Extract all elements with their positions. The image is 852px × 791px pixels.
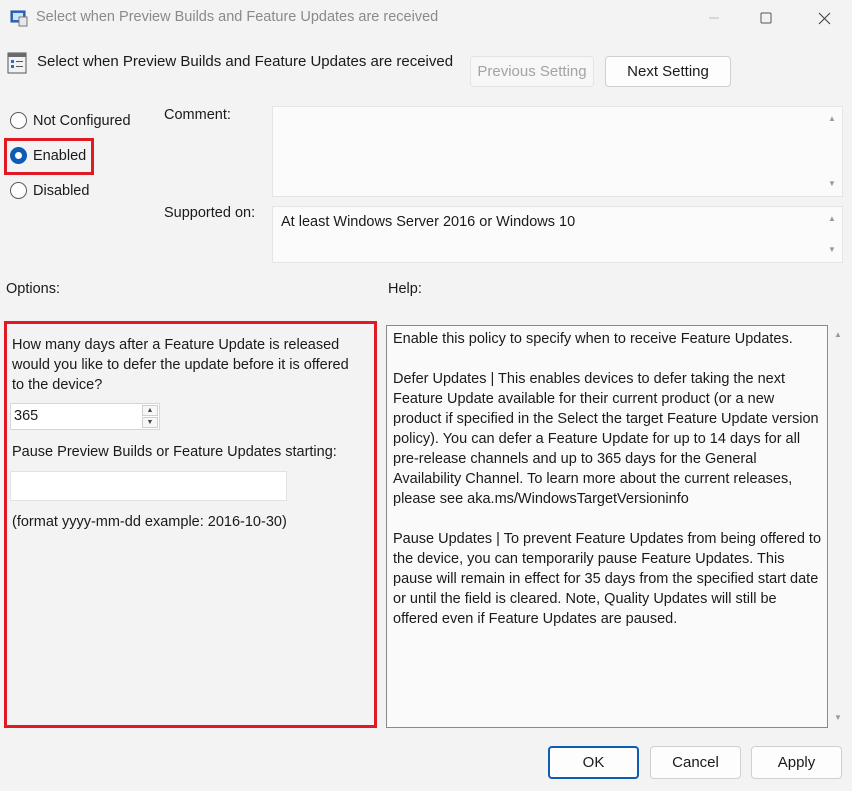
defer-days-value[interactable]: 365 (14, 408, 38, 424)
supported-on-label: Supported on: (164, 205, 256, 221)
supported-on-box: At least Windows Server 2016 or Windows … (272, 206, 843, 263)
scroll-up-icon[interactable]: ▲ (828, 215, 836, 223)
enabled-radio[interactable]: Enabled (10, 147, 86, 164)
help-paragraph: Defer Updates | This enables devices to … (393, 371, 819, 507)
help-panel: Enable this policy to specify when to re… (386, 325, 828, 728)
help-paragraph: Pause Updates | To prevent Feature Updat… (393, 531, 822, 627)
disabled-label: Disabled (33, 182, 90, 199)
previous-setting-button[interactable]: Previous Setting (470, 56, 594, 87)
maximize-button[interactable] (740, 0, 792, 36)
supported-scrollbar[interactable]: ▲ ▼ (824, 207, 842, 262)
minimize-icon (709, 17, 719, 19)
scroll-down-icon[interactable]: ▼ (834, 714, 842, 722)
policy-app-icon (10, 10, 28, 27)
supported-on-value: At least Windows Server 2016 or Windows … (281, 214, 576, 230)
options-panel: How many days after a Feature Update is … (4, 321, 377, 728)
comment-label: Comment: (164, 107, 231, 123)
pause-start-date-input[interactable] (10, 471, 287, 501)
next-setting-button[interactable]: Next Setting (605, 56, 731, 87)
help-scrollbar[interactable]: ▲ ▼ (831, 325, 845, 728)
ok-button[interactable]: OK (548, 746, 639, 779)
help-paragraph: Enable this policy to specify when to re… (393, 331, 793, 347)
minimize-button[interactable] (688, 0, 740, 36)
help-text: Enable this policy to specify when to re… (393, 329, 823, 649)
disabled-radio[interactable]: Disabled (10, 182, 89, 199)
pause-updates-label: Pause Preview Builds or Feature Updates … (12, 444, 337, 460)
policy-setting-icon (7, 52, 27, 74)
not-configured-label: Not Configured (33, 112, 131, 129)
radio-button[interactable] (10, 112, 27, 129)
not-configured-radio[interactable]: Not Configured (10, 112, 131, 129)
spin-up-icon[interactable]: ▲ (142, 405, 158, 416)
enabled-label: Enabled (33, 147, 87, 164)
scroll-down-icon[interactable]: ▼ (828, 246, 836, 254)
cancel-button[interactable]: Cancel (650, 746, 741, 779)
comment-textarea[interactable]: ▲ ▼ (272, 106, 843, 197)
spin-down-icon[interactable]: ▼ (142, 417, 158, 428)
close-icon (818, 12, 830, 24)
date-format-hint: (format yyyy-mm-dd example: 2016-10-30) (12, 514, 287, 530)
policy-title: Select when Preview Builds and Feature U… (37, 53, 454, 70)
scroll-up-icon[interactable]: ▲ (828, 115, 836, 123)
title-bar: Select when Preview Builds and Feature U… (0, 0, 852, 38)
scroll-up-icon[interactable]: ▲ (834, 331, 842, 339)
radio-button[interactable] (10, 182, 27, 199)
defer-days-question: How many days after a Feature Update is … (12, 337, 349, 393)
defer-days-spinner[interactable]: 365 ▲ ▼ (10, 403, 160, 430)
scroll-down-icon[interactable]: ▼ (828, 180, 836, 188)
window-title: Select when Preview Builds and Feature U… (36, 9, 439, 25)
apply-button[interactable]: Apply (751, 746, 842, 779)
comment-scrollbar[interactable]: ▲ ▼ (824, 107, 842, 196)
close-button[interactable] (798, 0, 850, 36)
maximize-icon (760, 12, 772, 24)
options-label: Options: (6, 281, 60, 297)
radio-button-selected[interactable] (10, 147, 27, 164)
help-label: Help: (388, 281, 422, 297)
